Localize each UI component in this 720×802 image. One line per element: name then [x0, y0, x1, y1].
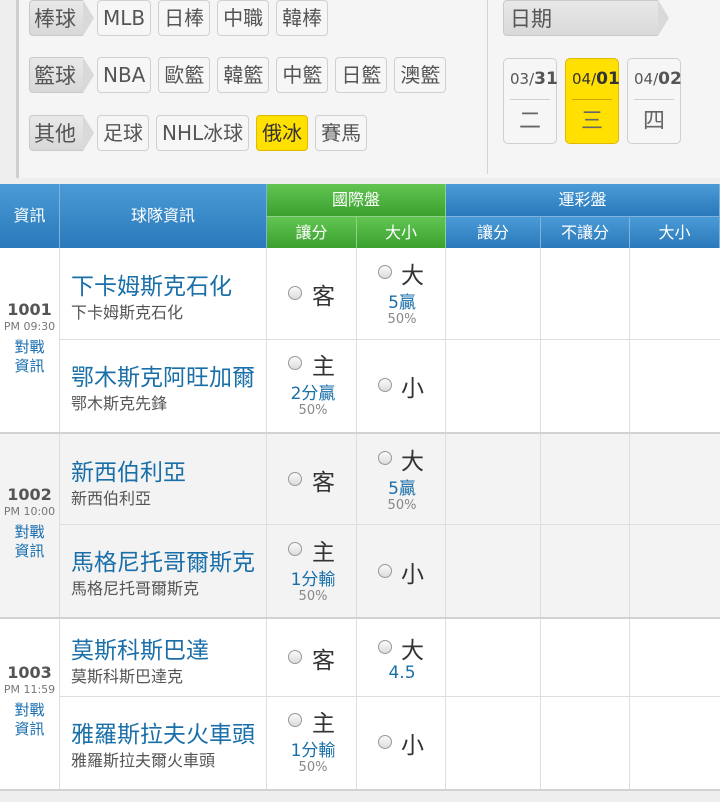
game-time: PM 09:30 [3, 320, 56, 333]
chip-npb[interactable]: 日棒 [158, 0, 211, 36]
chip-australia-basketball[interactable]: 澳籃 [394, 57, 447, 93]
basketball-row: 籃球 NBA 歐籃 韓籃 中籃 日籃 澳籃 [29, 57, 453, 93]
game-time: PM 10:00 [3, 505, 56, 518]
category-basketball: 籃球 [29, 57, 94, 93]
home-team-subname: 雅羅斯拉夫爾火車頭 [71, 751, 216, 770]
header-lottery-spread: 讓分 [446, 216, 541, 248]
chip-korea-basketball[interactable]: 韓籃 [217, 57, 270, 93]
game-row-1001: 1001 PM 09:30 對戰 資訊 下卡姆斯克石化 下卡姆斯克石化 鄂木斯克阿… [0, 248, 720, 434]
away-spread-label: 客 [312, 470, 335, 496]
home-spread-label: 主 [312, 711, 335, 737]
home-spread-pct: 50% [298, 589, 328, 604]
under-radio[interactable] [378, 378, 392, 392]
home-spread-label: 主 [312, 354, 335, 380]
over-odds: 5贏 [388, 293, 416, 313]
other-row: 其他 足球 NHL冰球 俄冰 賽馬 [29, 115, 374, 151]
away-spread-label: 客 [312, 648, 335, 674]
chip-soccer[interactable]: 足球 [97, 115, 149, 151]
over-odds: 4.5 [388, 663, 416, 683]
game-number: 1001 [7, 300, 52, 319]
sport-filter-panel: 棒球 MLB 日棒 中職 韓棒 籃球 NBA 歐籃 韓籃 中籃 日籃 澳籃 其他… [16, 0, 720, 178]
over-label: 大 [401, 263, 424, 289]
date-0331[interactable]: 03/31 二 [503, 58, 558, 144]
chip-nba[interactable]: NBA [97, 57, 152, 93]
chip-mlb[interactable]: MLB [97, 0, 152, 36]
date-0402[interactable]: 04/02 四 [627, 58, 682, 144]
header-lottery-nospread: 不讓分 [541, 216, 630, 248]
home-spread-label: 主 [312, 540, 335, 566]
away-team-name[interactable]: 莫斯科斯巴達 [71, 631, 209, 665]
chip-nhl[interactable]: NHL冰球 [156, 115, 250, 151]
matchup-info-link[interactable]: 對戰 資訊 [0, 701, 59, 739]
away-team-name[interactable]: 下卡姆斯克石化 [71, 267, 232, 301]
home-team-name[interactable]: 雅羅斯拉夫火車頭 [71, 715, 255, 749]
under-radio[interactable] [378, 564, 392, 578]
over-pct: 50% [387, 498, 417, 513]
chip-china-basketball[interactable]: 中籃 [276, 57, 329, 93]
game-time: PM 11:59 [3, 683, 56, 696]
home-spread-pct: 50% [298, 760, 328, 775]
header-lottery-total: 大小 [630, 216, 720, 248]
away-spread-radio[interactable] [288, 472, 302, 486]
under-label: 小 [401, 562, 424, 588]
header-info: 資訊 [0, 184, 60, 248]
away-spread-label: 客 [312, 284, 335, 310]
away-spread-radio[interactable] [288, 286, 302, 300]
header-intl: 國際盤 [267, 184, 446, 216]
chip-kbo[interactable]: 韓棒 [276, 0, 329, 36]
under-label: 小 [401, 376, 424, 402]
game-number: 1003 [7, 663, 52, 682]
home-team-name[interactable]: 馬格尼托哥爾斯克 [71, 543, 255, 577]
home-spread-odds: 2分贏 [290, 384, 336, 404]
home-spread-odds: 1分輸 [290, 741, 336, 761]
filter-divider [487, 0, 488, 174]
over-label: 大 [401, 449, 424, 475]
date-0401[interactable]: 04/01 三 [565, 58, 620, 144]
under-radio[interactable] [378, 735, 392, 749]
over-radio[interactable] [378, 640, 392, 654]
home-spread-pct: 50% [298, 403, 328, 418]
matchup-info-link[interactable]: 對戰 資訊 [0, 523, 59, 561]
home-spread-radio[interactable] [288, 542, 302, 556]
over-label: 大 [401, 638, 424, 664]
chip-khl[interactable]: 俄冰 [256, 115, 309, 151]
home-spread-radio[interactable] [288, 356, 302, 370]
matchup-info-link[interactable]: 對戰 資訊 [0, 338, 59, 376]
over-radio[interactable] [378, 451, 392, 465]
category-other: 其他 [29, 115, 94, 151]
over-radio[interactable] [378, 265, 392, 279]
game-row-1002: 1002 PM 10:00 對戰 資訊 新西伯利亞 新西伯利亞 馬格尼托哥爾斯克 … [0, 434, 720, 619]
home-spread-odds: 1分輸 [290, 570, 336, 590]
chip-horse-racing[interactable]: 賽馬 [315, 115, 368, 151]
away-team-subname: 新西伯利亞 [71, 489, 152, 508]
header-intl-total: 大小 [357, 216, 446, 248]
under-label: 小 [401, 733, 424, 759]
over-odds: 5贏 [388, 479, 416, 499]
header-lottery: 運彩盤 [446, 184, 720, 216]
baseball-row: 棒球 MLB 日棒 中職 韓棒 [29, 0, 335, 36]
header-intl-spread: 讓分 [267, 216, 357, 248]
game-row-1003: 1003 PM 11:59 對戰 資訊 莫斯科斯巴達 莫斯科斯巴達克 雅羅斯拉夫火… [0, 619, 720, 791]
home-team-subname: 馬格尼托哥爾斯克 [71, 579, 200, 598]
home-spread-radio[interactable] [288, 713, 302, 727]
game-number: 1002 [7, 485, 52, 504]
date-label: 日期 [503, 0, 669, 36]
away-team-name[interactable]: 新西伯利亞 [71, 453, 186, 487]
chip-cpbl[interactable]: 中職 [217, 0, 270, 36]
away-team-subname: 下卡姆斯克石化 [71, 303, 184, 322]
away-team-subname: 莫斯科斯巴達克 [71, 667, 184, 686]
category-baseball: 棒球 [29, 0, 94, 36]
home-team-subname: 鄂木斯克先鋒 [71, 394, 168, 413]
chip-japan-basketball[interactable]: 日籃 [335, 57, 388, 93]
over-pct: 50% [387, 312, 417, 327]
away-spread-radio[interactable] [288, 650, 302, 664]
chip-euro-basketball[interactable]: 歐籃 [158, 57, 211, 93]
home-team-name[interactable]: 鄂木斯克阿旺加爾 [71, 358, 255, 392]
header-team-info: 球隊資訊 [60, 184, 267, 248]
